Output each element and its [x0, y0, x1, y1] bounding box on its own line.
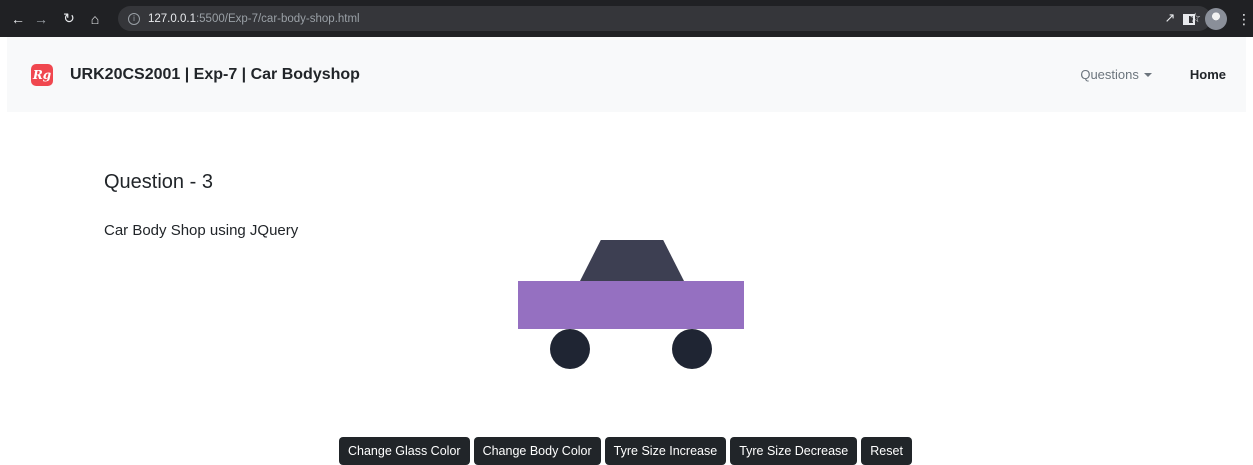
brand-title[interactable]: URK20CS2001 | Exp-7 | Car Bodyshop — [70, 66, 360, 84]
url-host: 127.0.0.1 — [148, 12, 196, 25]
tyre-size-increase-button[interactable]: Tyre Size Increase — [604, 437, 727, 465]
reset-button[interactable]: Reset — [861, 437, 912, 465]
reload-icon[interactable]: ↻ — [59, 9, 79, 29]
car-glass — [580, 240, 684, 281]
home-link[interactable]: Home — [1190, 67, 1226, 82]
menu-kebab-icon[interactable]: ⋮ — [1237, 11, 1251, 28]
url-path: :5500/Exp-7/car-body-shop.html — [195, 12, 360, 25]
side-panel-icon[interactable] — [1183, 13, 1195, 25]
back-arrow-icon[interactable]: ← — [8, 9, 28, 29]
tyre-size-decrease-button[interactable]: Tyre Size Decrease — [730, 437, 858, 465]
site-info-icon[interactable]: i — [128, 12, 140, 25]
page-subtitle: Car Body Shop using JQuery — [104, 222, 299, 239]
change-glass-color-button[interactable]: Change Glass Color — [339, 437, 470, 465]
caret-down-icon — [1143, 72, 1152, 77]
questions-dropdown[interactable]: Questions — [1080, 67, 1152, 82]
car-rear-tyre — [672, 329, 712, 369]
change-body-color-button[interactable]: Change Body Color — [473, 437, 601, 465]
brand-logo-text: Rg — [32, 67, 52, 82]
forward-arrow-icon[interactable]: → — [31, 9, 51, 29]
address-bar[interactable]: i 127.0.0.1:5500/Exp-7/car-body-shop.htm… — [118, 6, 1211, 31]
car-illustration — [518, 240, 744, 370]
share-icon[interactable]: ↗ — [1164, 10, 1175, 26]
car-body — [518, 281, 744, 329]
home-icon[interactable]: ⌂ — [85, 9, 105, 29]
car-front-tyre — [550, 329, 590, 369]
url-text[interactable]: 127.0.0.1:5500/Exp-7/car-body-shop.html — [148, 13, 360, 25]
brand-logo-icon[interactable]: Rg — [31, 63, 53, 86]
page-title: Question - 3 — [104, 171, 213, 193]
car-controls: Change Glass Color Change Body Color Tyr… — [339, 437, 912, 465]
browser-toolbar: ← → ↻ ⌂ i 127.0.0.1:5500/Exp-7/car-body-… — [0, 0, 1253, 37]
site-navbar: Rg URK20CS2001 | Exp-7 | Car Bodyshop Qu… — [7, 37, 1246, 112]
profile-avatar-icon[interactable] — [1205, 8, 1227, 30]
questions-label: Questions — [1080, 67, 1139, 82]
